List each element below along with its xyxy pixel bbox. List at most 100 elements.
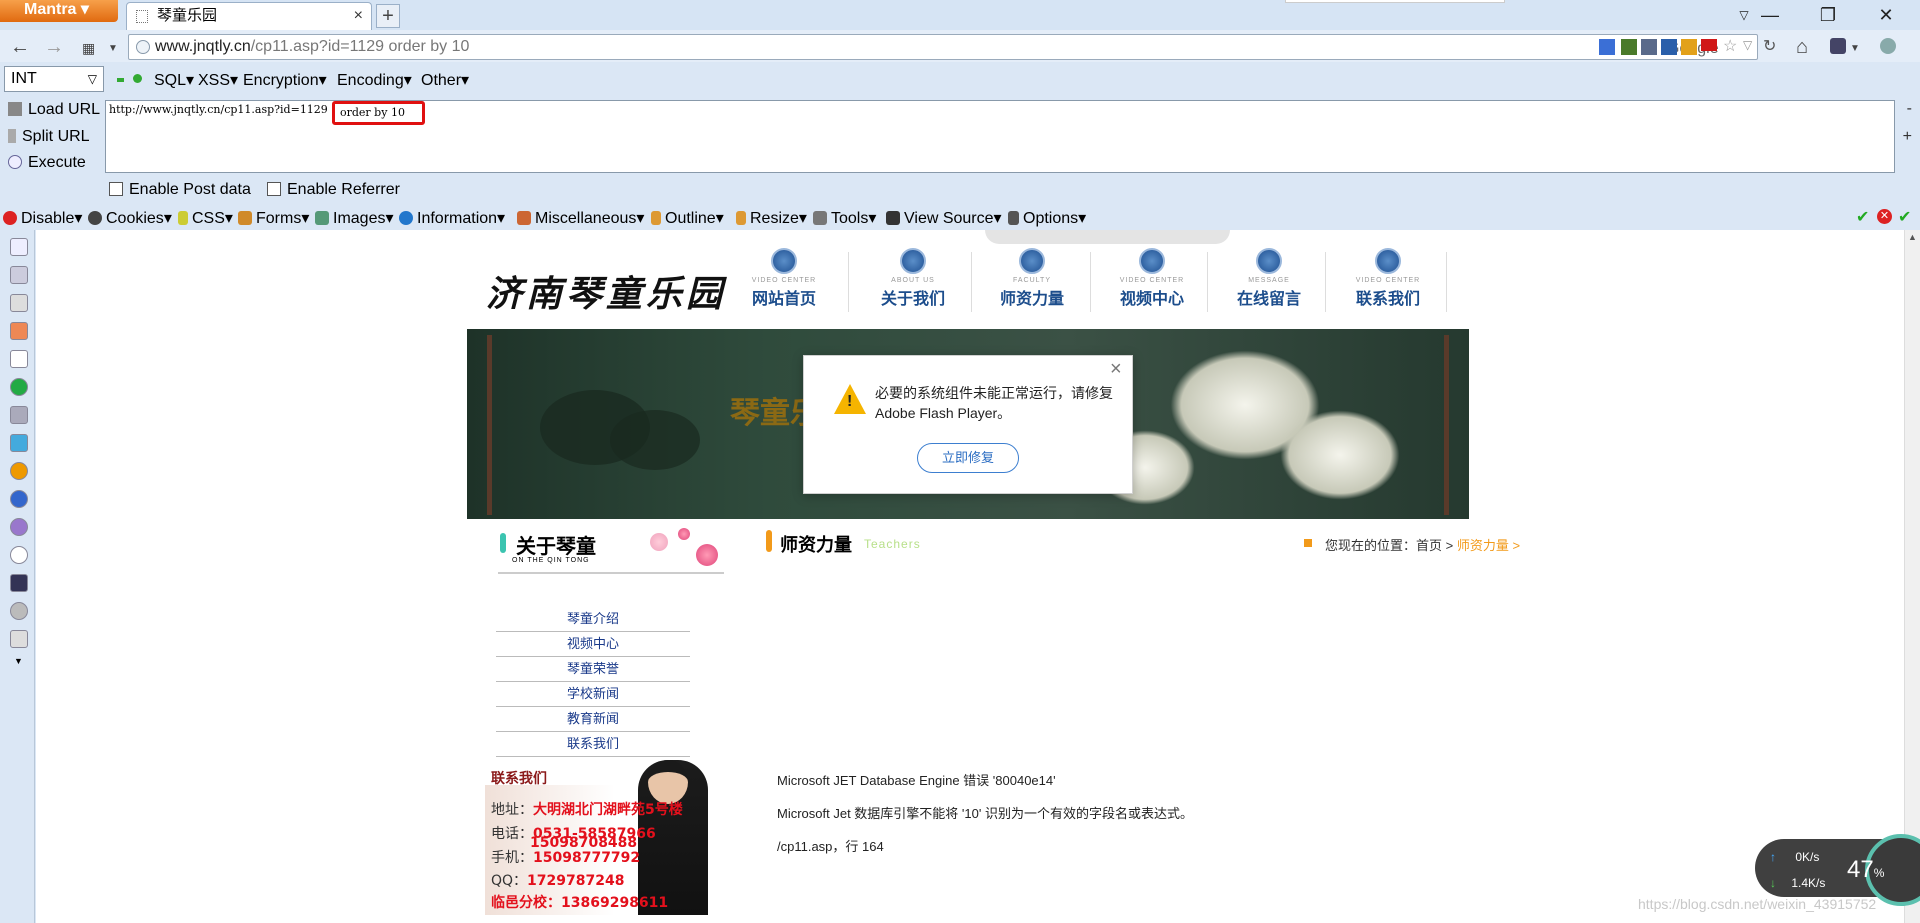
lotus-leaf (610, 410, 700, 470)
error-line-3: /cp11.asp，行 164 (777, 839, 884, 854)
cookies-menu[interactable]: Cookies▾ (88, 208, 172, 228)
google-icon[interactable] (1599, 39, 1615, 55)
side-menu-honor[interactable]: 琴童荣誉 (496, 657, 690, 682)
valid-icon[interactable]: ✔ (1898, 207, 1911, 227)
encoding-menu[interactable]: Encoding▾ (337, 70, 412, 90)
side-menu-contact[interactable]: 联系我们 (496, 732, 690, 757)
banner-frame (487, 335, 492, 515)
execute-button[interactable]: Execute (8, 154, 86, 172)
sql-menu[interactable]: SQL▾ (154, 70, 194, 90)
minus-icon[interactable] (117, 78, 124, 82)
url-bar[interactable]: www.jnqtly.cn/cp11.asp?id=1129 order by … (128, 34, 1776, 60)
side-menu-video[interactable]: 视频中心 (496, 632, 690, 657)
nav-about[interactable]: ABOUT US 关于我们 (854, 248, 972, 309)
textarea-url: http://www.jnqtly.cn/cp11.asp?id=1129 (109, 103, 328, 116)
side-menu-intro[interactable]: 琴童介绍 (496, 607, 690, 632)
flag-icon[interactable] (1701, 39, 1717, 51)
browser-tab[interactable]: 琴童乐园 × (126, 2, 372, 30)
css-menu[interactable]: CSS▾ (178, 208, 233, 228)
expand-icon[interactable]: + (1903, 128, 1912, 146)
encryption-menu[interactable]: Encryption▾ (243, 70, 327, 90)
app-menu-button[interactable]: Mantra ▾ (0, 0, 118, 22)
dreamweaver-icon[interactable] (1621, 39, 1637, 55)
palette-icon[interactable] (10, 546, 28, 564)
scrollbar[interactable]: ▲ (1904, 230, 1920, 923)
colorful-icon[interactable] (1681, 39, 1697, 55)
view-source-menu[interactable]: View Source▾ (886, 208, 1002, 228)
about-subtitle: ON THE QIN TONG (512, 557, 590, 564)
bookmark-star-icon[interactable]: ☆ (1723, 36, 1737, 56)
load-url-button[interactable]: Load URL (8, 101, 100, 119)
error-icon[interactable]: ✕ (1877, 209, 1892, 224)
options-menu[interactable]: Options▾ (1008, 208, 1086, 228)
contact-branch: 临邑分校：13869298611 (491, 895, 669, 911)
miscellaneous-menu[interactable]: Miscellaneous▾ (517, 208, 644, 228)
enable-referrer-checkbox[interactable]: Enable Referrer (267, 181, 400, 199)
selector-icon[interactable] (10, 434, 28, 452)
extension-icon[interactable] (1641, 39, 1657, 55)
error-line-1: Microsoft JET Database Engine 错误 '80040e… (777, 773, 1056, 788)
enable-post-checkbox[interactable]: Enable Post data (109, 181, 251, 199)
eraser-icon[interactable] (10, 630, 28, 648)
nav-video[interactable]: VIDEO CENTER 视频中心 (1093, 248, 1211, 309)
swirl-icon[interactable] (10, 490, 28, 508)
other-menu[interactable]: Other▾ (421, 70, 469, 90)
check-icon[interactable]: ✔ (1856, 207, 1869, 227)
xss-menu[interactable]: XSS▾ (198, 70, 238, 90)
side-menu-school-news[interactable]: 学校新闻 (496, 682, 690, 707)
bulb-icon[interactable] (10, 602, 28, 620)
nav-message[interactable]: MESSAGE 在线留言 (1210, 248, 1328, 309)
puzzle-icon[interactable] (10, 266, 28, 284)
virus-icon[interactable] (10, 518, 28, 536)
download-icon[interactable] (10, 294, 28, 312)
chat-icon[interactable] (1880, 38, 1896, 54)
forms-menu[interactable]: Forms▾ (238, 208, 309, 228)
images-menu[interactable]: Images▾ (315, 208, 394, 228)
site-logo[interactable]: 济南琴童乐园 (486, 265, 726, 317)
close-icon[interactable]: × (1110, 358, 1122, 381)
close-tab-icon[interactable]: × (354, 3, 363, 29)
type-select[interactable]: INT ▽ (4, 66, 104, 92)
popup-edge (1285, 0, 1505, 3)
restore-button[interactable]: ❐ (1808, 2, 1848, 28)
repair-button[interactable]: 立即修复 (917, 443, 1019, 473)
bookmarks-dropdown-icon[interactable]: ▼ (1850, 43, 1860, 54)
back-icon[interactable]: ← (10, 36, 30, 59)
nav-faculty[interactable]: FACULTY 师资力量 (973, 248, 1091, 309)
screenshot-icon[interactable] (10, 238, 28, 256)
resize-menu[interactable]: Resize▾ (736, 208, 807, 228)
faculty-icon (1019, 248, 1045, 274)
firefox-icon[interactable] (10, 462, 28, 480)
teachers-subtitle: Teachers (864, 537, 921, 551)
new-tab-button[interactable]: + (376, 4, 400, 28)
url-textarea[interactable]: http://www.jnqtly.cn/cp11.asp?id=1129 or… (105, 100, 1895, 173)
history-dropdown-icon[interactable]: ▼ (108, 43, 118, 54)
tools-menu[interactable]: Tools▾ (813, 208, 876, 228)
split-url-button[interactable]: Split URL (8, 128, 90, 146)
information-menu[interactable]: Information▾ (399, 208, 505, 228)
reload-icon[interactable]: ↻ (1763, 36, 1776, 56)
page-icon (136, 10, 148, 23)
glasses-icon[interactable] (10, 406, 28, 424)
minimize-button[interactable]: — (1750, 2, 1790, 28)
shrink-icon[interactable]: - (1907, 100, 1912, 118)
breadcrumb[interactable]: 您现在的位置：首页 > 师资力量 > (1307, 535, 1520, 554)
outline-menu[interactable]: Outline▾ (651, 208, 724, 228)
ws-icon[interactable] (10, 322, 28, 340)
plus-icon[interactable] (133, 74, 142, 83)
translate-icon[interactable] (1661, 39, 1677, 55)
url-dropdown-icon[interactable]: ▽ (1743, 38, 1752, 52)
side-menu-education-news[interactable]: 教育新闻 (496, 707, 690, 732)
home-icon[interactable]: ⌂ (1796, 36, 1808, 59)
more-tools-icon[interactable]: ▼ (14, 656, 23, 666)
calculator-icon[interactable] (10, 574, 28, 592)
close-window-button[interactable]: ✕ (1866, 2, 1906, 28)
green-globe-icon[interactable] (10, 378, 28, 396)
nav-home[interactable]: VIDEO CENTER 网站首页 (725, 248, 843, 309)
disable-menu[interactable]: Disable▾ (3, 208, 82, 228)
forward-icon[interactable]: → (44, 36, 64, 59)
grid-icon[interactable]: ▦ (82, 40, 95, 57)
nav-contact[interactable]: VIDEO CENTER 联系我们 (1329, 248, 1447, 309)
bookmarks-icon[interactable] (1830, 38, 1846, 54)
info-tool-icon[interactable] (10, 350, 28, 368)
